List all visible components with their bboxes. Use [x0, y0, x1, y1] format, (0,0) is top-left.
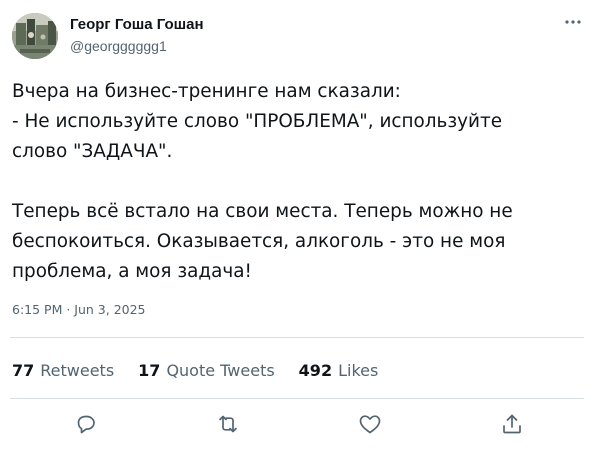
- tweet-text-spacer: [12, 167, 584, 197]
- reply-icon: [77, 415, 95, 434]
- retweet-button[interactable]: [212, 408, 244, 440]
- more-dots-icon: [565, 20, 581, 24]
- tweet-text-line: Вчера на бизнес-тренинге нам сказали:: [12, 81, 401, 102]
- retweets-count: 77: [12, 360, 35, 380]
- tweet-text-line: проблема, а моя задача!: [12, 261, 252, 282]
- likes-count: 492: [298, 360, 333, 380]
- tweet-text-line: Теперь всё встало на свои места. Теперь …: [12, 201, 513, 222]
- tweet-text-line: слово "ЗАДАЧА".: [12, 141, 173, 162]
- tweet-text-line: - Не используйте слово "ПРОБЛЕМА", испол…: [12, 111, 503, 132]
- quote-tweets-label: Quote Tweets: [166, 360, 275, 380]
- retweets-label: Retweets: [40, 360, 115, 380]
- tweet-text: Вчера на бизнес-тренинге нам сказали: - …: [12, 77, 584, 287]
- like-button[interactable]: [354, 408, 386, 440]
- divider: [10, 398, 584, 399]
- tweet-timestamp[interactable]: 6:15 PM · Jun 3, 2025: [12, 302, 146, 318]
- author-handle[interactable]: @georgggggg1: [70, 38, 167, 54]
- engagement-stats: 77 Retweets 17 Quote Tweets 492 Likes: [12, 358, 402, 382]
- likes-label: Likes: [338, 360, 379, 380]
- heart-icon: [359, 415, 381, 434]
- divider: [10, 337, 584, 338]
- share-button[interactable]: [496, 408, 528, 440]
- quote-tweets-stat[interactable]: 17 Quote Tweets: [138, 361, 275, 380]
- retweet-icon: [219, 415, 237, 433]
- quote-tweets-count: 17: [138, 360, 161, 380]
- author-display-name[interactable]: Георг Гоша Гошан: [70, 16, 204, 34]
- tweet-card: Георг Гоша Гошан @georgggggg1 Вчера на б…: [0, 0, 596, 460]
- avatar-image: [12, 13, 58, 59]
- reply-button[interactable]: [70, 408, 102, 440]
- likes-stat[interactable]: 492 Likes: [299, 361, 379, 380]
- tweet-text-line: беспокоиться. Оказывается, алкоголь - эт…: [12, 231, 506, 252]
- retweets-stat[interactable]: 77 Retweets: [12, 361, 114, 380]
- avatar[interactable]: [12, 13, 58, 59]
- share-icon: [503, 414, 521, 434]
- more-options-button[interactable]: [560, 12, 586, 32]
